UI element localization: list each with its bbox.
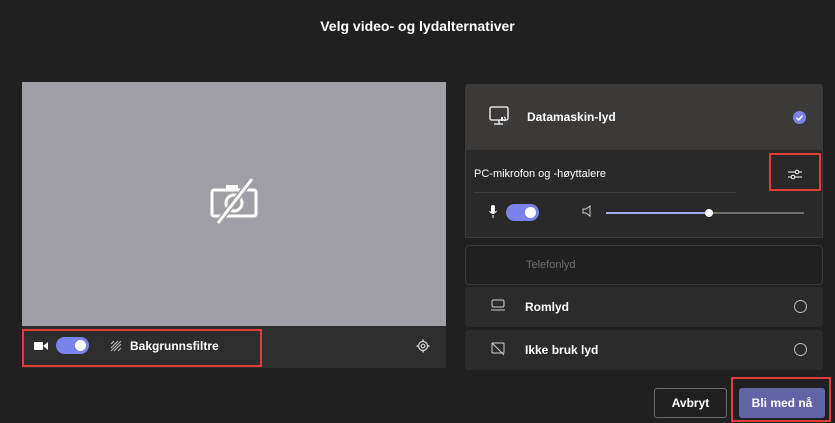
phone-audio-label: Telefonlyd	[526, 259, 576, 271]
device-settings: PC-mikrofon og -høyttalere	[465, 150, 823, 238]
divider	[474, 192, 736, 193]
device-label: PC-mikrofon og -høyttalere	[474, 168, 607, 180]
device-settings-icon[interactable]	[788, 168, 802, 180]
preview-toolbar: Bakgrunnsfiltre	[22, 326, 446, 368]
camera-toggle-group	[34, 337, 89, 354]
audio-option-phone: Telefonlyd	[465, 245, 823, 285]
video-camera-icon	[34, 341, 48, 350]
room-audio-label: Romlyd	[525, 300, 570, 314]
audio-option-computer[interactable]: Datamaskin-lyd	[465, 84, 823, 150]
audio-option-none[interactable]: Ikke bruk lyd	[465, 330, 823, 370]
no-audio-label: Ikke bruk lyd	[525, 343, 599, 357]
cancel-button[interactable]: Avbryt	[654, 388, 727, 418]
audio-option-room[interactable]: Romlyd	[465, 287, 823, 327]
video-preview	[22, 82, 446, 326]
room-audio-radio[interactable]	[794, 300, 807, 313]
gear-icon[interactable]	[416, 339, 430, 353]
computer-audio-icon	[489, 106, 509, 125]
background-filters-button[interactable]: Bakgrunnsfiltre	[110, 339, 219, 353]
dialog-title: Velg video- og lydalternativer	[320, 18, 515, 34]
speaker-volume-slider[interactable]	[606, 209, 804, 217]
microphone-icon	[489, 205, 497, 218]
speaker-icon	[582, 205, 591, 217]
volume-slider-thumb[interactable]	[704, 209, 713, 217]
camera-off-icon	[210, 177, 258, 225]
background-filters-label: Bakgrunnsfiltre	[130, 339, 219, 353]
microphone-toggle[interactable]	[506, 204, 539, 221]
join-now-button[interactable]: Bli med nå	[739, 388, 825, 418]
camera-toggle[interactable]	[56, 337, 89, 354]
no-audio-icon	[491, 342, 505, 356]
computer-audio-label: Datamaskin-lyd	[527, 110, 616, 124]
background-filters-icon	[110, 340, 122, 352]
check-circle-icon	[793, 111, 806, 124]
room-audio-icon	[491, 299, 505, 311]
no-audio-radio[interactable]	[794, 343, 807, 356]
